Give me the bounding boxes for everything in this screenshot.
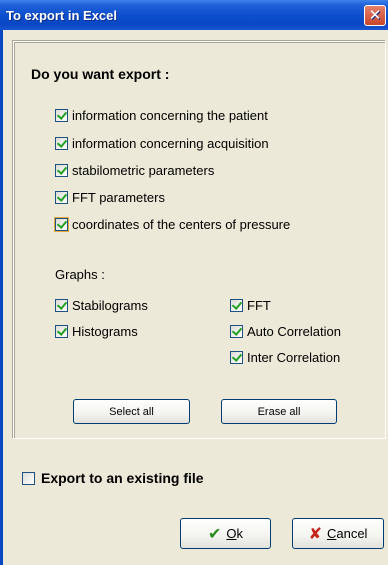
- option-label: FFT: [247, 298, 271, 313]
- option-label: information concerning acquisition: [72, 136, 269, 151]
- option-patient-info[interactable]: information concerning the patient: [55, 108, 268, 123]
- window-border: [0, 30, 3, 565]
- option-label: Stabilograms: [72, 298, 148, 313]
- option-label: Auto Correlation: [247, 324, 341, 339]
- option-fft-params[interactable]: FFT parameters: [55, 190, 165, 205]
- option-label: Inter Correlation: [247, 350, 341, 365]
- graph-inter-correlation[interactable]: Inter Correlation: [230, 350, 340, 365]
- option-stabilometric-params[interactable]: stabilometric parameters: [55, 163, 214, 178]
- graph-auto-correlation[interactable]: Auto Correlation: [230, 324, 341, 339]
- checkbox-icon[interactable]: [230, 351, 243, 364]
- select-all-button[interactable]: Select all: [73, 399, 190, 424]
- option-label: Export to an existing file: [41, 470, 204, 486]
- graph-histograms[interactable]: Histograms: [55, 324, 138, 339]
- option-label: coordinates of the centers of pressure: [72, 217, 291, 232]
- erase-all-button[interactable]: Erase all: [221, 399, 337, 424]
- checkbox-icon[interactable]: [55, 299, 68, 312]
- check-icon: ✔: [207, 525, 222, 543]
- checkbox-icon[interactable]: [55, 109, 68, 122]
- graph-fft[interactable]: FFT: [230, 298, 271, 313]
- option-label: information concerning the patient: [72, 108, 268, 123]
- window-title: To export in Excel: [6, 7, 118, 23]
- ok-button[interactable]: ✔ Ok: [180, 518, 271, 549]
- option-label: FFT parameters: [72, 190, 165, 205]
- option-label: stabilometric parameters: [72, 163, 215, 178]
- checkbox-icon[interactable]: [55, 164, 68, 177]
- export-options-group: [13, 41, 386, 439]
- checkbox-icon[interactable]: [230, 325, 243, 338]
- graph-stabilograms[interactable]: Stabilograms: [55, 298, 148, 313]
- option-acquisition-info[interactable]: information concerning acquisition: [55, 136, 269, 151]
- checkbox-icon[interactable]: [55, 137, 68, 150]
- close-icon: ✕: [368, 6, 382, 24]
- option-label: Histograms: [72, 324, 138, 339]
- title-bar: To export in Excel ✕: [0, 0, 388, 30]
- ok-label: k: [236, 526, 244, 541]
- graphs-label: Graphs :: [55, 267, 105, 282]
- checkbox-icon[interactable]: [54, 217, 69, 232]
- checkbox-icon[interactable]: [55, 325, 68, 338]
- cancel-accel: C: [326, 526, 337, 541]
- x-icon: ✘: [308, 525, 322, 543]
- close-button[interactable]: ✕: [364, 5, 386, 26]
- export-existing-file[interactable]: Export to an existing file: [22, 470, 204, 486]
- cancel-button[interactable]: ✘ Cancel: [292, 518, 384, 549]
- option-centers-of-pressure[interactable]: coordinates of the centers of pressure: [54, 217, 291, 232]
- cancel-label: ancel: [336, 526, 368, 541]
- checkbox-icon[interactable]: [230, 299, 243, 312]
- export-heading: Do you want export :: [31, 66, 170, 82]
- checkbox-icon[interactable]: [22, 471, 35, 485]
- ok-accel: O: [226, 526, 237, 541]
- checkbox-icon[interactable]: [55, 191, 68, 204]
- erase-all-label: Erase all: [257, 405, 301, 418]
- select-all-label: Select all: [109, 405, 154, 418]
